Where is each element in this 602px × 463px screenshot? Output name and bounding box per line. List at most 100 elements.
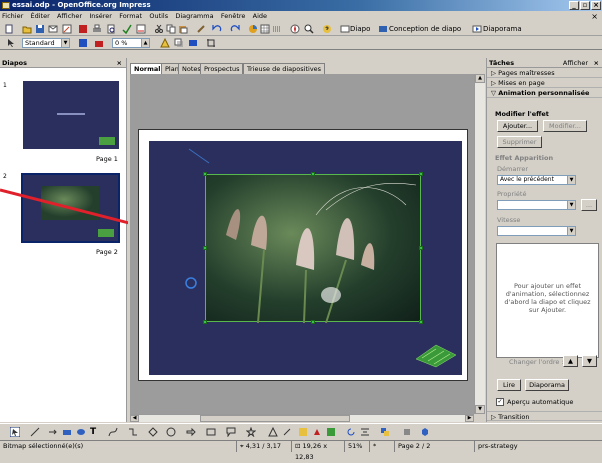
new-document-icon[interactable] <box>4 24 14 34</box>
move-down-icon[interactable]: ▼ <box>582 355 597 367</box>
section-transition[interactable]: ▷ Transition <box>487 411 602 421</box>
slide-icon[interactable] <box>340 24 350 34</box>
slide-thumbnail-1[interactable] <box>23 81 119 149</box>
close-window-button[interactable]: × <box>591 1 601 10</box>
resize-handle-se[interactable] <box>419 320 423 324</box>
section-mises-en-page[interactable]: ▷ Mises en page <box>487 78 602 88</box>
slide-design-icon[interactable] <box>378 24 388 34</box>
glue-points-icon[interactable] <box>282 427 292 437</box>
print-preview-icon[interactable] <box>106 24 116 34</box>
print-icon[interactable] <box>92 24 102 34</box>
menu-fichier[interactable]: Fichier <box>2 12 23 20</box>
remove-effect-button[interactable]: Supprimer <box>497 136 542 148</box>
area-icon[interactable] <box>160 38 170 48</box>
pdf-export-icon[interactable] <box>78 24 88 34</box>
extrusion-icon[interactable] <box>402 427 412 437</box>
table-icon[interactable] <box>260 24 270 34</box>
section-pages-maitresses[interactable]: ▷ Pages maîtresses <box>487 68 602 78</box>
arrow-line-icon[interactable] <box>48 427 58 437</box>
start-select[interactable]: Avec le précédent ▼ <box>497 175 576 185</box>
tasks-afficher-menu[interactable]: Afficher <box>563 58 588 68</box>
shadow-icon[interactable] <box>174 38 184 48</box>
resize-handle-ne[interactable] <box>419 172 423 176</box>
play-button[interactable]: Lire <box>497 379 521 391</box>
speed-select[interactable]: ▼ <box>497 226 576 236</box>
fontwork-icon[interactable] <box>298 427 308 437</box>
rotate-icon[interactable] <box>346 427 356 437</box>
copy-icon[interactable] <box>166 24 176 34</box>
vertical-scrollbar[interactable]: ▲ ▼ <box>474 74 485 414</box>
property-select[interactable]: ▼ <box>497 200 576 210</box>
alignment-icon[interactable] <box>360 427 370 437</box>
menu-outils[interactable]: Outils <box>149 12 168 20</box>
slide-design-button[interactable]: Conception de diapo <box>389 24 461 34</box>
add-effect-button[interactable]: Ajouter... <box>497 120 538 132</box>
chart-icon[interactable] <box>248 24 258 34</box>
navigator-icon[interactable] <box>290 24 300 34</box>
resize-handle-s[interactable] <box>311 320 315 324</box>
maximize-button[interactable]: ▫ <box>580 1 590 10</box>
line-width-field[interactable]: 0 % ▲ <box>112 38 150 48</box>
minimize-button[interactable]: _ <box>569 1 579 10</box>
connector-tool-icon[interactable] <box>128 427 138 437</box>
menu-inserer[interactable]: Insérer <box>89 12 112 20</box>
property-options-button[interactable]: ... <box>581 199 597 211</box>
rectangle-tool-icon[interactable] <box>62 427 72 437</box>
status-zoom[interactable]: 51% <box>344 441 368 452</box>
open-folder-icon[interactable] <box>22 24 32 34</box>
block-arrows-icon[interactable] <box>186 427 196 437</box>
thistle-photo[interactable] <box>205 174 421 323</box>
horizontal-scrollbar[interactable]: ◀ ▶ <box>130 414 474 422</box>
points-icon[interactable] <box>268 427 278 437</box>
tab-normal[interactable]: Normal <box>130 63 165 74</box>
callouts-icon[interactable] <box>226 427 236 437</box>
redo-icon[interactable] <box>230 24 240 34</box>
tab-prospectus[interactable]: Prospectus <box>200 63 244 74</box>
scroll-down-icon[interactable]: ▼ <box>475 405 485 414</box>
select-arrow-icon[interactable] <box>6 38 16 48</box>
paste-icon[interactable] <box>178 24 188 34</box>
auto-preview-checkbox[interactable]: ✓ <box>496 398 504 406</box>
help-icon[interactable] <box>322 24 332 34</box>
select-arrow-icon[interactable] <box>10 427 20 437</box>
move-up-icon[interactable]: ▲ <box>563 355 578 367</box>
from-file-icon[interactable] <box>312 427 322 437</box>
line-tool-icon[interactable] <box>30 427 40 437</box>
transformations-icon[interactable] <box>188 38 198 48</box>
style-select[interactable]: Standard ▼ <box>22 38 70 48</box>
basic-shapes-icon[interactable] <box>148 427 158 437</box>
resize-handle-w[interactable] <box>203 246 207 250</box>
slideshow-icon[interactable] <box>472 24 482 34</box>
close-panel-icon[interactable]: × <box>594 58 599 68</box>
spellcheck-icon[interactable] <box>122 24 132 34</box>
modify-effect-button[interactable]: Modifier... <box>543 120 587 132</box>
section-animation[interactable]: ▽ Animation personnalisée <box>487 88 602 98</box>
autospell-icon[interactable] <box>136 24 146 34</box>
slide-canvas[interactable] <box>130 74 474 414</box>
stars-icon[interactable] <box>246 427 256 437</box>
scroll-thumb[interactable] <box>200 415 350 422</box>
slideshow-button[interactable]: Diaporama <box>483 24 522 34</box>
animation-list-box[interactable]: Pour ajouter un effet d'animation, sélec… <box>496 243 599 358</box>
line-color-icon[interactable] <box>78 38 88 48</box>
close-document-icon[interactable]: × <box>591 11 598 22</box>
gallery-icon[interactable] <box>326 427 336 437</box>
edit-file-icon[interactable] <box>62 24 72 34</box>
flowchart-icon[interactable] <box>206 427 216 437</box>
cut-icon[interactable] <box>154 24 164 34</box>
menu-diagramma[interactable]: Diagramma <box>175 12 213 20</box>
scroll-up-icon[interactable]: ▲ <box>475 74 485 83</box>
resize-handle-n[interactable] <box>311 172 315 176</box>
arrange-icon[interactable] <box>380 427 390 437</box>
menu-format[interactable]: Format <box>119 12 142 20</box>
resize-handle-sw[interactable] <box>203 320 207 324</box>
crop-icon[interactable] <box>206 38 216 48</box>
save-icon[interactable] <box>35 24 45 34</box>
menu-afficher[interactable]: Afficher <box>57 12 82 20</box>
curve-tool-icon[interactable] <box>108 427 118 437</box>
clone-formatting-icon[interactable] <box>196 24 206 34</box>
area-color-icon[interactable] <box>94 38 104 48</box>
email-icon[interactable] <box>48 24 58 34</box>
menu-fenetre[interactable]: Fenêtre <box>221 12 246 20</box>
slideshow-preview-button[interactable]: Diaporama <box>525 379 569 391</box>
